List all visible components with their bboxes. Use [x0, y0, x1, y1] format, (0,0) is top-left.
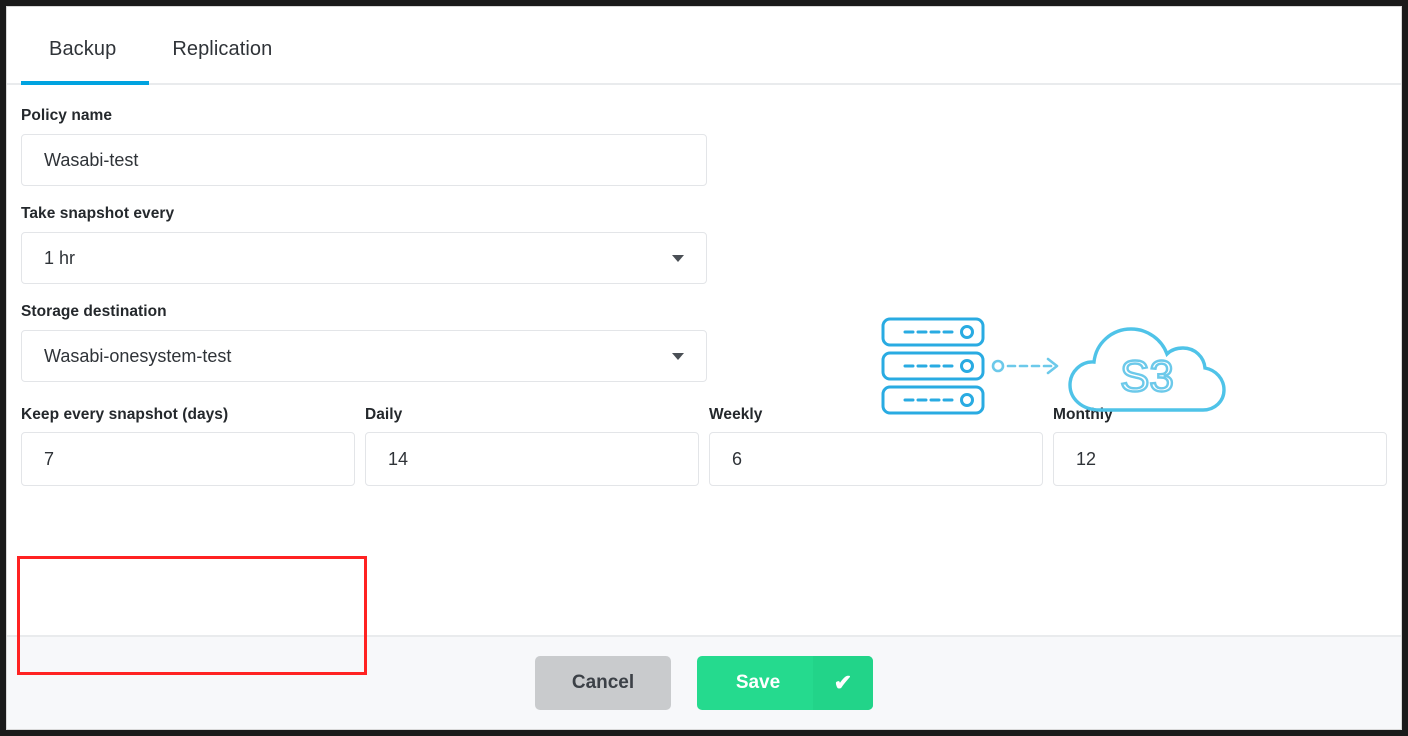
tab-list: Backup Replication: [21, 7, 1387, 83]
transfer-arrow-icon: [991, 357, 1059, 375]
retention-value: 7: [44, 448, 55, 469]
save-confirm-section[interactable]: ✔: [813, 656, 873, 710]
policy-name-value: Wasabi-test: [44, 149, 139, 170]
snapshot-interval-group: Take snapshot every 1 hr: [21, 205, 1387, 284]
retention-input-daily[interactable]: 14: [365, 432, 699, 486]
policy-name-label: Policy name: [21, 107, 113, 124]
retention-input-weekly[interactable]: 6: [709, 432, 1043, 486]
storage-destination-select[interactable]: Wasabi-onesystem-test: [21, 330, 707, 382]
retention-input-keep-every[interactable]: 7: [21, 432, 355, 486]
retention-value: 14: [388, 448, 409, 469]
server-stack-icon: [881, 317, 985, 415]
retention-value: 12: [1076, 448, 1097, 469]
check-icon: ✔: [833, 670, 853, 695]
policy-name-input[interactable]: Wasabi-test: [21, 134, 707, 186]
snapshot-interval-label: Take snapshot every: [21, 205, 175, 222]
tab-replication[interactable]: Replication: [144, 38, 300, 83]
backup-form: Policy name Wasabi-test Take snapshot ev…: [7, 85, 1401, 675]
snapshot-interval-select[interactable]: 1 hr: [21, 232, 707, 284]
tab-backup[interactable]: Backup: [21, 38, 144, 83]
chevron-down-icon: [672, 352, 684, 360]
save-button[interactable]: Save ✔: [697, 656, 873, 710]
snapshot-interval-value: 1 hr: [44, 247, 76, 268]
retention-col-keep-every: Keep every snapshot (days) 7: [21, 406, 355, 486]
save-button-label: Save: [735, 672, 781, 693]
retention-label: Keep every snapshot (days): [21, 406, 229, 423]
retention-col-daily: Daily 14: [365, 406, 699, 486]
tab-bar: Backup Replication: [7, 7, 1401, 85]
retention-label: Daily: [365, 406, 403, 423]
retention-value: 6: [732, 448, 743, 469]
dialog-window: Backup Replication Policy name Wasabi-te…: [6, 6, 1402, 730]
backup-to-s3-illustration: S3: [867, 303, 1227, 433]
storage-destination-value: Wasabi-onesystem-test: [44, 345, 232, 366]
s3-cloud-icon: S3: [1068, 327, 1226, 412]
s3-cloud-label: S3: [1120, 352, 1174, 401]
tab-replication-label: Replication: [172, 38, 273, 60]
tab-backup-label: Backup: [49, 38, 117, 60]
dialog-footer: Cancel Save ✔: [7, 635, 1401, 729]
chevron-down-icon: [672, 254, 684, 262]
retention-input-monthly[interactable]: 12: [1053, 432, 1387, 486]
cancel-button[interactable]: Cancel: [535, 656, 671, 710]
policy-name-group: Policy name Wasabi-test: [21, 107, 1387, 186]
